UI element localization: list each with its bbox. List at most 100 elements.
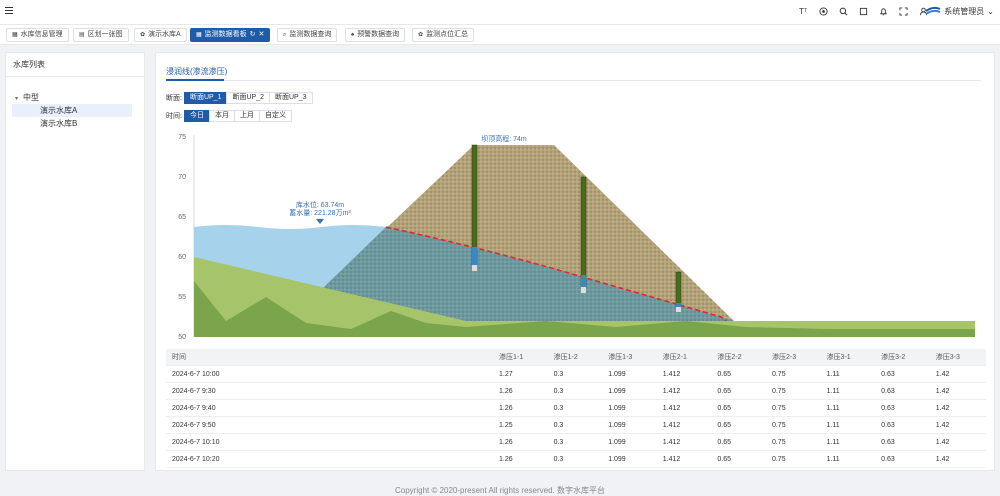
tree-item-reservoir-b[interactable]: 演示水库B <box>12 117 132 130</box>
top-header: TT 系统管理员 ⌄ <box>0 0 1000 25</box>
table-cell-value: 1.25 <box>499 421 513 429</box>
water-level-label: 库水位: 63.74m <box>296 200 344 209</box>
section-label: 断面: <box>166 95 182 102</box>
expand-icon[interactable] <box>898 6 908 16</box>
font-size-icon[interactable]: TT <box>798 6 808 16</box>
time-option-custom[interactable]: 自定义 <box>258 110 292 122</box>
time-option-last-month[interactable]: 上月 <box>233 110 260 122</box>
table-row[interactable]: 2024-6-7 10:10 1.26 0.3 1.099 1.412 0.65 0.75 1… <box>166 434 986 451</box>
tree-group-medium[interactable]: ▾ 中型 <box>6 91 144 104</box>
table-cell-value: 0.75 <box>771 404 786 412</box>
column-header[interactable]: 渗压1-3 <box>608 352 663 362</box>
tab-monitoring-dashboard[interactable]: ▦ 监测数据看板 ↻ ✕ <box>190 28 271 42</box>
table-row[interactable]: 2024-6-7 9:40 1.26 0.3 1.099 1.412 0.65 0.75 1.… <box>166 400 986 417</box>
tab-label: 监测点位汇总 <box>426 31 469 38</box>
table-row[interactable]: 2024-6-7 10:20 1.26 0.3 1.099 1.412 0.65 0.75 1… <box>166 451 986 468</box>
tree-item-reservoir-a[interactable]: 演示水库A <box>12 104 132 117</box>
panel-title[interactable]: 浸润线(渗流渗压) <box>166 66 227 77</box>
table-cell-value: 1.099 <box>608 404 626 412</box>
sidebar-title: 水库列表 <box>6 53 144 77</box>
table-cell-value: 0.3 <box>553 404 564 412</box>
table-cell-value: 1.412 <box>662 404 681 412</box>
section-option-up1[interactable]: 断面UP_1 <box>183 92 228 104</box>
table-cell-time: 2024-6-7 9:30 <box>172 387 216 395</box>
piezometer[interactable] <box>675 271 682 312</box>
grid-icon: ▦ <box>196 32 202 38</box>
search-icon[interactable] <box>838 6 848 16</box>
column-header[interactable]: 渗压3-1 <box>827 352 882 362</box>
table-cell-value: 0.3 <box>553 455 564 463</box>
section-option-up3[interactable]: 断面UP_3 <box>268 92 313 104</box>
table-cell-value: 0.75 <box>771 455 786 463</box>
table-cell-value: 1.412 <box>662 421 681 429</box>
table-cell-value: 1.42 <box>935 438 950 446</box>
table-header-row: 时间 渗压1-1 渗压1-2 渗压1-3 渗压2-1 渗压2-2 渗压2-3 渗… <box>166 349 986 366</box>
column-header[interactable]: 渗压3-3 <box>936 352 991 362</box>
user-name: 系统管理员 <box>944 6 985 16</box>
caret-down-icon: ▾ <box>15 96 19 102</box>
time-option-today[interactable]: 今日 <box>183 110 210 122</box>
table-cell-value: 0.63 <box>881 387 895 395</box>
water-level-marker-icon <box>316 219 324 224</box>
tab-reservoir-info[interactable]: ▦ 水库信息管理 <box>6 28 69 42</box>
seepage-profile-chart: 75 70 65 60 55 50 库水位: 63.74m 蓄水量: 221.2… <box>178 134 975 341</box>
table-cell-value: 1.42 <box>935 404 950 412</box>
table-cell-value: 0.3 <box>553 421 564 429</box>
crest-elevation-label: 坝顶高程: 74m <box>481 134 527 143</box>
close-icon[interactable]: ✕ <box>259 29 265 41</box>
section-option-up2[interactable]: 断面UP_2 <box>226 92 270 104</box>
table-cell-value: 1.42 <box>935 421 950 429</box>
table-cell-value: 1.42 <box>935 387 950 395</box>
column-header[interactable]: 渗压1-1 <box>499 352 554 362</box>
table-cell-value: 0.75 <box>771 387 786 395</box>
column-header[interactable]: 渗压2-1 <box>663 352 718 362</box>
table-row[interactable]: 2024-6-7 9:30 1.26 0.3 1.099 1.412 0.65 0.75 1.… <box>166 383 986 400</box>
user-menu[interactable]: 系统管理员 ⌄ <box>925 5 994 17</box>
column-header[interactable]: 渗压3-2 <box>881 352 936 362</box>
y-tick-label: 75 <box>178 134 186 141</box>
column-header[interactable]: 渗压2-2 <box>717 352 772 362</box>
reservoir-tree: ▾ 中型 演示水库A 演示水库B <box>6 77 144 130</box>
table-cell-time: 2024-6-7 9:50 <box>172 421 216 429</box>
bell-icon[interactable] <box>878 6 888 16</box>
gear-icon: ✿ <box>140 32 146 38</box>
table-row[interactable]: 2024-6-7 10:00 1.27 0.3 1.099 1.412 0.65 0.75 1… <box>166 366 986 383</box>
divider <box>166 80 981 81</box>
table-cell-value: 1.26 <box>499 404 513 412</box>
refresh-icon[interactable]: ↻ <box>250 29 256 41</box>
seepage-data-table: 时间 渗压1-1 渗压1-2 渗压1-3 渗压2-1 渗压2-2 渗压2-3 渗… <box>166 349 986 468</box>
tab-monitoring-query[interactable]: ⌕ 监测数据查询 <box>277 28 338 42</box>
github-icon[interactable] <box>818 6 828 16</box>
table-cell-value: 0.75 <box>771 370 786 378</box>
tab-point-summary[interactable]: ✿ 监测点位汇总 <box>412 28 475 42</box>
gear-icon: ✿ <box>418 32 424 38</box>
y-tick-label: 70 <box>178 174 186 181</box>
column-header[interactable]: 时间 <box>166 352 499 362</box>
table-cell-value: 1.26 <box>499 455 513 463</box>
table-cell-value: 1.26 <box>499 387 513 395</box>
table-cell-value: 1.412 <box>662 387 681 395</box>
y-tick-label: 65 <box>178 214 186 221</box>
table-cell-value: 0.63 <box>881 438 895 446</box>
fullscreen-icon[interactable] <box>858 6 868 16</box>
table-cell-value: 0.3 <box>553 387 564 395</box>
piezometer[interactable] <box>580 176 587 293</box>
menu-toggle-icon[interactable] <box>5 7 13 15</box>
piezometer[interactable] <box>471 144 478 271</box>
column-header[interactable]: 渗压1-2 <box>554 352 609 362</box>
table-cell-time: 2024-6-7 9:40 <box>172 404 216 412</box>
table-row[interactable]: 2024-6-7 9:50 1.25 0.3 1.099 1.412 0.65 0.75 1.… <box>166 417 986 434</box>
time-filter: 时间: 今日 本月 上月 自定义 <box>166 110 292 122</box>
table-cell-value: 1.27 <box>499 370 513 378</box>
grid-icon: ▦ <box>12 32 18 38</box>
tab-alarm-query[interactable]: ♠ 预警数据查询 <box>345 28 406 42</box>
table-cell-value: 0.63 <box>881 421 895 429</box>
tab-demo-reservoir-a[interactable]: ✿ 演示水库A <box>134 28 187 42</box>
column-header[interactable]: 渗压2-3 <box>772 352 827 362</box>
table-cell-value: 1.42 <box>935 370 950 378</box>
time-option-this-month[interactable]: 本月 <box>208 110 235 122</box>
page-footer: Copyright © 2020-present All rights rese… <box>395 486 605 495</box>
table-cell-value: 1.412 <box>662 455 681 463</box>
table-cell-time: 2024-6-7 10:20 <box>172 455 220 463</box>
tab-zoning-map[interactable]: ▤ 区划一张图 <box>73 28 129 42</box>
